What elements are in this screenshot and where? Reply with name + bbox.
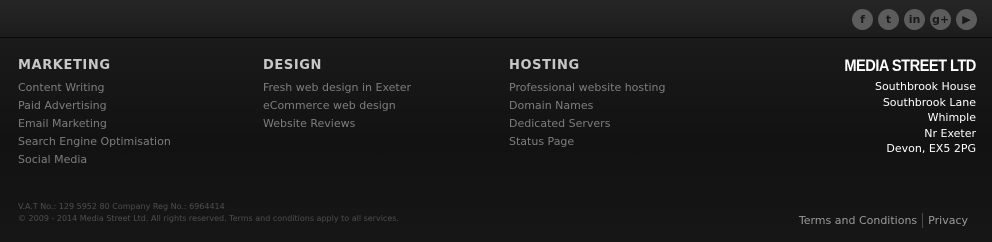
legal-text: V.A.T No.: 129 5952 80 Company Reg No.: … <box>18 201 399 225</box>
marketing-heading: MARKETING <box>18 58 111 73</box>
company-address-block: MEDIA STREET LTD Southbrook House Southb… <box>823 56 977 157</box>
hosting-heading: HOSTING <box>509 58 580 73</box>
marketing-link[interactable]: Social Media <box>18 151 171 169</box>
top-bar: f t in g+ ▶ <box>0 0 992 38</box>
googleplus-icon[interactable]: g+ <box>930 9 951 30</box>
address-line: Nr Exeter <box>924 126 976 140</box>
marketing-link[interactable]: Paid Advertising <box>18 97 171 115</box>
hosting-link[interactable]: Status Page <box>509 133 665 151</box>
design-link[interactable]: eCommerce web design <box>263 97 411 115</box>
hosting-link[interactable]: Dedicated Servers <box>509 115 665 133</box>
design-heading: DESIGN <box>263 58 323 73</box>
copyright-text: © 2009 - 2014 Media Street Ltd. All righ… <box>18 214 399 223</box>
design-link[interactable]: Website Reviews <box>263 115 411 133</box>
hosting-link[interactable]: Domain Names <box>509 97 665 115</box>
hosting-column: HOSTING Professional website hosting Dom… <box>509 58 665 151</box>
youtube-icon[interactable]: ▶ <box>956 9 977 30</box>
social-links: f t in g+ ▶ <box>852 9 977 30</box>
hosting-link[interactable]: Professional website hosting <box>509 79 665 97</box>
marketing-column: MARKETING Content Writing Paid Advertisi… <box>18 58 171 169</box>
company-logo: MEDIA STREET LTD <box>844 56 977 75</box>
link-divider <box>922 213 924 228</box>
address-line: Whimple <box>927 111 976 124</box>
footer-main: MARKETING Content Writing Paid Advertisi… <box>0 38 992 242</box>
twitter-icon[interactable]: t <box>878 9 899 30</box>
bottom-links: Terms and Conditions Privacy <box>799 213 968 228</box>
marketing-link[interactable]: Email Marketing <box>18 115 171 133</box>
address-line: Devon, EX5 2PG <box>886 142 976 155</box>
vat-text: V.A.T No.: 129 5952 80 Company Reg No.: … <box>18 202 225 211</box>
terms-link[interactable]: Terms and Conditions <box>799 214 917 227</box>
marketing-link[interactable]: Search Engine Optimisation <box>18 133 171 151</box>
privacy-link[interactable]: Privacy <box>928 214 968 227</box>
design-column: DESIGN Fresh web design in Exeter eComme… <box>263 58 411 133</box>
address-line: Southbrook House <box>874 80 976 93</box>
facebook-icon[interactable]: f <box>852 9 873 30</box>
linkedin-icon[interactable]: in <box>904 9 925 30</box>
address-line: Southbrook Lane <box>882 95 976 109</box>
design-link[interactable]: Fresh web design in Exeter <box>263 79 411 97</box>
marketing-link[interactable]: Content Writing <box>18 79 171 97</box>
